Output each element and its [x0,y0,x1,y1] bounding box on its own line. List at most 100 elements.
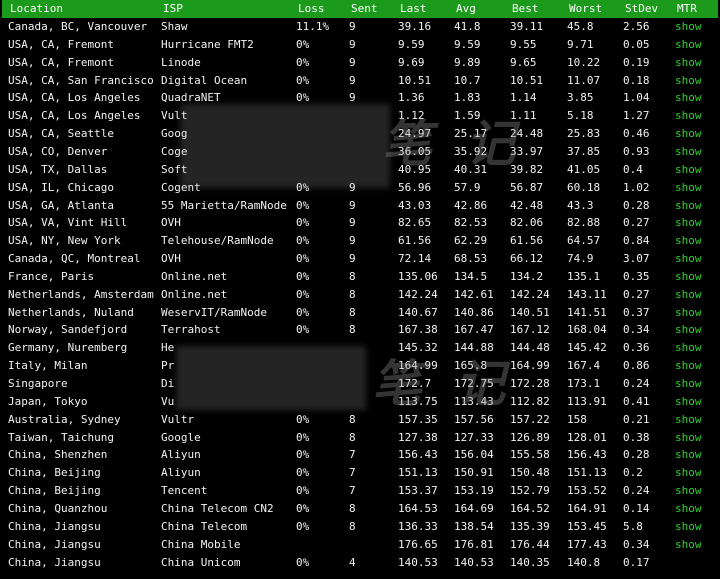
cell-avg: 57.9 [454,180,481,194]
cell-loss: 11.1% [296,20,330,33]
cell-location: USA, VA, Vint Hill [8,216,128,230]
cell-worst: 145.42 [567,341,607,355]
mtr-show-link[interactable]: show [675,145,702,158]
cell-stdev: 0.37 [623,305,650,319]
mtr-show-link[interactable]: show [675,324,702,336]
mtr-show-link[interactable]: show [675,21,702,33]
header-avg: Avg [456,2,476,15]
table-row: USA, NY, New York Telehouse/RamNode 0% 9 61.… [0,232,720,250]
cell-best: 135.39 [510,519,550,533]
cell-loss: 0% [296,448,310,462]
table-header: Location ISP Loss Sent Last Avg Best Wor… [2,0,718,18]
cell-loss: 0% [296,37,310,51]
cell-worst: 9.71 [567,37,594,51]
cell-sent: 9 [349,234,356,248]
cell-stdev: 0.2 [623,466,643,480]
mtr-show-link[interactable]: show [675,163,702,176]
table-row: China, Jiangsu China Mobile 176.65 176.81 17… [0,536,720,554]
mtr-show-link[interactable]: show [675,110,702,122]
mtr-show-link[interactable]: show [675,181,702,194]
mtr-show-link[interactable]: show [675,235,702,247]
cell-stdev: 0.28 [623,448,650,462]
cell-stdev: 1.02 [623,180,650,194]
header-best: Best [512,2,539,15]
cell-stdev: 0.93 [623,144,650,158]
cell-isp: China Mobile [161,537,241,551]
cell-worst: 113.91 [567,394,607,408]
cell-last: 72.14 [398,252,432,266]
mtr-show-link[interactable]: show [675,538,702,551]
table-row: Taiwan, Taichung Google 0% 8 127.38 127.33 126… [0,429,720,447]
header-stdev: StDev [625,2,659,15]
mtr-show-link[interactable]: show [675,217,702,229]
mtr-show-link[interactable]: show [675,128,702,140]
cell-location: Canada, QC, Montreal [8,252,141,266]
cell-best: 142.24 [510,287,550,301]
cell-best: 42.48 [510,198,544,212]
table-row: Canada, BC, Vancouver Shaw 11.1% 9 39.16 41.8… [0,18,720,36]
cell-avg: 176.81 [454,537,494,551]
cell-avg: 156.04 [454,448,494,462]
mtr-show-link[interactable]: show [675,56,702,69]
cell-stdev: 0.24 [623,377,650,390]
blur-overlay-top [180,104,390,188]
mtr-show-link[interactable]: show [675,360,702,372]
cell-location: USA, GA, Atlanta [8,198,114,212]
mtr-show-link[interactable]: show [675,199,702,212]
mtr-show-link[interactable]: show [675,288,702,301]
cell-best: 112.82 [510,394,550,408]
cell-isp: Telehouse/RamNode [161,234,274,248]
cell-location: USA, CA, Los Angeles [8,91,141,105]
mtr-show-link[interactable]: show [675,395,702,408]
cell-worst: 140.8 [567,555,601,569]
cell-isp: Shaw [161,20,188,33]
table-row: USA, CA, Fremont Hurricane FMT2 0% 9 9.59 9.5… [0,36,720,54]
cell-loss: 0% [296,323,310,337]
cell-avg: 167.47 [454,323,494,337]
cell-sent: 9 [349,55,356,69]
cell-stdev: 0.19 [623,55,650,69]
cell-location: Netherlands, Amsterdam [8,287,154,301]
mtr-show-link[interactable]: show [675,502,702,515]
cell-isp: Aliyun [161,448,201,462]
cell-last: 140.53 [398,555,438,569]
mtr-show-link[interactable]: show [675,520,702,533]
cell-isp: China Telecom [161,519,248,533]
header-isp: ISP [163,2,183,15]
table-row: Australia, Sydney Vultr 0% 8 157.35 157.56 157… [0,411,720,429]
mtr-show-link[interactable]: show [675,92,702,104]
mtr-show-link[interactable]: show [675,253,702,265]
cell-stdev: 0.14 [623,501,650,515]
cell-avg: 134.5 [454,269,488,283]
cell-stdev: 1.27 [623,109,650,123]
mtr-show-link[interactable]: show [675,449,702,461]
cell-last: 1.36 [398,91,425,105]
cell-stdev: 2.56 [623,20,650,33]
cell-sent: 7 [349,448,356,462]
mtr-show-link[interactable]: show [675,413,702,426]
mtr-show-link[interactable]: show [675,342,702,354]
cell-worst: 3.85 [567,91,594,105]
cell-loss: 0% [296,287,310,301]
mtr-show-link[interactable]: show [675,74,702,87]
cell-isp: QuadraNET [161,91,221,105]
cell-best: 9.65 [510,55,537,69]
mtr-show-link[interactable]: show [675,378,702,390]
cell-stdev: 0.27 [623,216,650,230]
mtr-show-link[interactable]: show [675,306,702,319]
cell-sent: 9 [349,91,356,105]
cell-isp: Terrahost [161,323,221,337]
cell-last: 39.16 [398,20,432,33]
cell-isp: Di [161,377,175,390]
mtr-show-link[interactable]: show [675,431,702,444]
mtr-show-link[interactable]: show [675,38,702,51]
mtr-show-link[interactable]: show [675,485,702,497]
cell-avg: 150.91 [454,466,494,480]
cell-best: 10.51 [510,73,544,87]
cell-last: 9.69 [398,55,425,69]
mtr-show-link[interactable]: show [675,270,702,283]
mtr-show-link[interactable]: show [675,467,702,479]
cell-location: China, Jiangsu [8,519,101,533]
cell-stdev: 0.05 [623,37,650,51]
cell-best: 150.48 [510,466,550,480]
